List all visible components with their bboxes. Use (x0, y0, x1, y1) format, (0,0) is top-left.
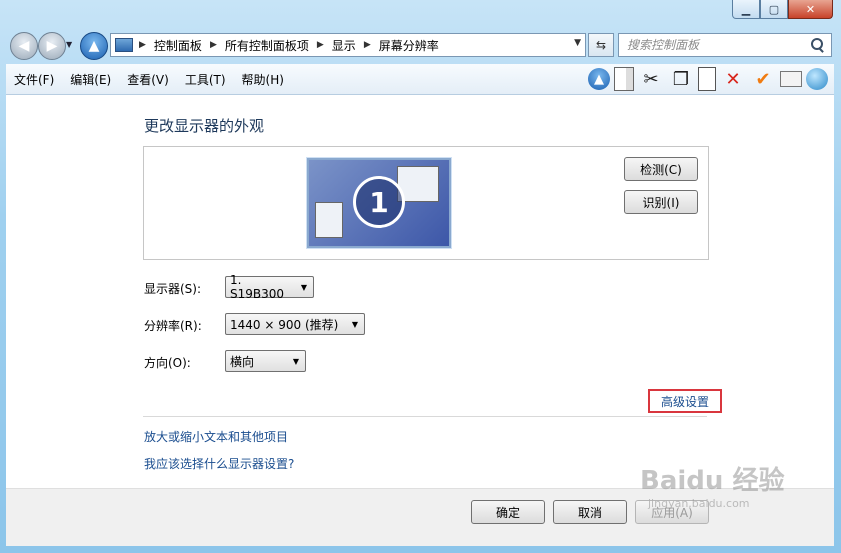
window-frame: ▁ ▢ ✕ ◀ ▶ ▼ ▲ ▶ 控制面板 ▶ 所有控制面板项 ▶ 显示 ▶ 屏幕… (0, 0, 841, 553)
cancel-button[interactable]: 取消 (553, 500, 627, 524)
menu-file[interactable]: 文件(F) (6, 71, 62, 88)
paste-icon[interactable] (698, 67, 716, 91)
resolution-label: 分辨率(R): (144, 319, 202, 333)
divider (143, 416, 707, 417)
menu-view[interactable]: 查看(V) (119, 71, 177, 88)
breadcrumb-item[interactable]: 控制面板 (154, 37, 202, 54)
panel-icon[interactable] (614, 67, 634, 91)
search-icon[interactable] (809, 37, 825, 53)
search-input[interactable] (625, 37, 809, 53)
text-size-link[interactable]: 放大或缩小文本和其他项目 (144, 428, 288, 445)
forward-arrow-icon: ▶ (46, 38, 58, 54)
monitor-preview: 1 检测(C) 识别(I) (143, 146, 709, 260)
close-icon: ✕ (805, 2, 816, 16)
breadcrumb-item[interactable]: 所有控制面板项 (225, 37, 309, 54)
caption-buttons: ▁ ▢ ✕ (732, 0, 833, 19)
up-arrow-icon[interactable]: ▲ (588, 68, 610, 90)
search-box[interactable] (618, 33, 832, 57)
identify-button[interactable]: 识别(I) (624, 190, 698, 214)
resolution-value: 1440 × 900 (推荐) (230, 317, 339, 332)
advanced-settings-link[interactable]: 高级设置 (648, 389, 722, 413)
display-settings-help-link[interactable]: 我应该选择什么显示器设置? (144, 455, 294, 472)
resolution-select[interactable]: 1440 × 900 (推荐) ▼ (225, 313, 365, 335)
menu-tools[interactable]: 工具(T) (177, 71, 234, 88)
watermark-logo: Baidu 经验 (640, 466, 785, 496)
mail-icon[interactable] (780, 71, 802, 87)
copy-icon[interactable]: ❐ (668, 66, 694, 92)
chevron-down-icon: ▼ (292, 356, 299, 366)
display-value: 1. S19B300 (230, 273, 285, 301)
refresh-icon: ⇆ (595, 38, 607, 52)
menu-edit[interactable]: 编辑(E) (62, 71, 119, 88)
monitor-number: 1 (353, 176, 405, 228)
detect-button[interactable]: 检测(C) (624, 157, 698, 181)
globe-icon[interactable] (806, 68, 828, 90)
control-panel-icon (115, 38, 133, 52)
minimize-button[interactable]: ▁ (732, 0, 760, 19)
back-button[interactable]: ◀ (10, 32, 38, 60)
delete-icon[interactable]: ✕ (720, 66, 746, 92)
chevron-down-icon: ▼ (351, 319, 358, 329)
orientation-value: 横向 (230, 354, 255, 369)
up-arrow-icon: ▲ (88, 38, 100, 54)
orientation-select[interactable]: 横向 ▼ (225, 350, 306, 372)
breadcrumb-item[interactable]: 显示 (332, 37, 356, 54)
breadcrumb-item[interactable]: 屏幕分辨率 (379, 37, 439, 54)
minimize-icon: ▁ (741, 2, 751, 16)
orientation-label: 方向(O): (144, 356, 191, 370)
menu-help[interactable]: 帮助(H) (234, 71, 292, 88)
breadcrumb-separator-icon: ▶ (209, 40, 217, 50)
breadcrumb-separator-icon: ▶ (316, 40, 324, 50)
watermark-url: jingyan.baidu.com (648, 497, 750, 510)
display-select[interactable]: 1. S19B300 ▼ (225, 273, 314, 301)
ok-button[interactable]: 确定 (471, 500, 545, 524)
monitor-thumbnail[interactable]: 1 (307, 158, 451, 248)
window-icon (315, 202, 343, 238)
breadcrumb-separator-icon: ▶ (139, 40, 146, 50)
address-dropdown-icon[interactable]: ▼ (574, 38, 581, 48)
close-button[interactable]: ✕ (788, 0, 833, 19)
checkmark-icon[interactable]: ✔ (750, 66, 776, 92)
address-bar[interactable]: ▶ 控制面板 ▶ 所有控制面板项 ▶ 显示 ▶ 屏幕分辨率 ▼ (110, 33, 586, 57)
toolbar: ▲ ✂ ❐ ✕ ✔ (584, 66, 828, 92)
refresh-button[interactable]: ⇆ (588, 33, 614, 57)
back-arrow-icon: ◀ (18, 38, 30, 54)
navigation-bar: ◀ ▶ ▼ ▲ ▶ 控制面板 ▶ 所有控制面板项 ▶ 显示 ▶ 屏幕分辨率 ▼ … (0, 30, 841, 62)
breadcrumb-separator-icon: ▶ (363, 40, 371, 50)
display-label: 显示器(S): (144, 282, 202, 296)
forward-button[interactable]: ▶ (38, 32, 66, 60)
menu-bar: 文件(F) 编辑(E) 查看(V) 工具(T) 帮助(H) ▲ ✂ ❐ ✕ ✔ (6, 64, 834, 95)
recent-pages-dropdown[interactable]: ▼ (66, 40, 72, 49)
chevron-down-icon: ▼ (300, 282, 307, 292)
maximize-icon: ▢ (768, 2, 780, 16)
cut-icon[interactable]: ✂ (638, 66, 664, 92)
page-title: 更改显示器的外观 (144, 117, 265, 135)
up-button[interactable]: ▲ (80, 32, 108, 60)
maximize-button[interactable]: ▢ (760, 0, 788, 19)
